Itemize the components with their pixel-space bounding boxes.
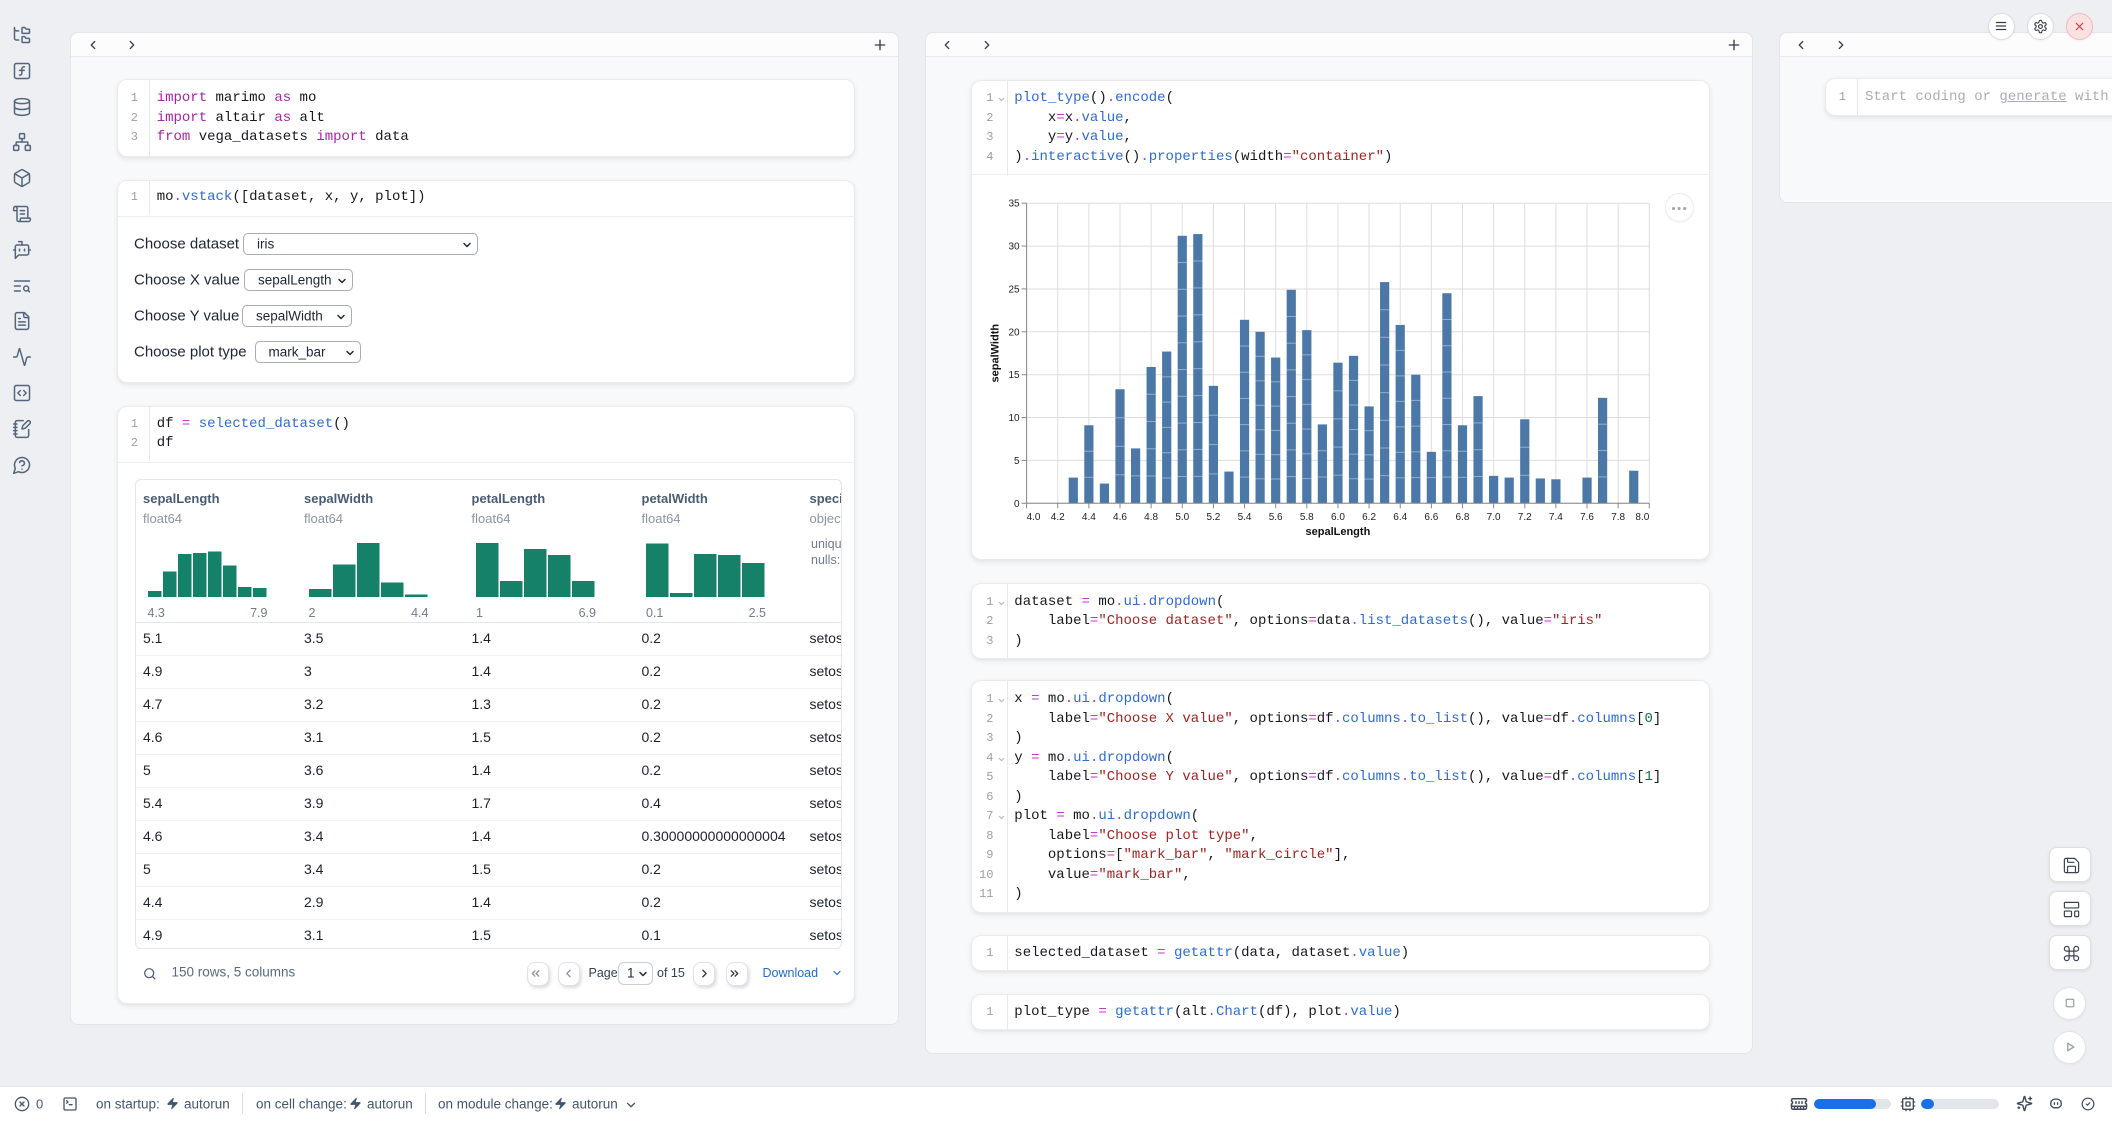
- svg-text:4.0: 4.0: [1027, 512, 1041, 523]
- svg-text:5.4: 5.4: [1238, 512, 1252, 523]
- svg-text:4.4: 4.4: [1082, 512, 1096, 523]
- svg-text:25: 25: [1008, 284, 1020, 295]
- svg-text:10: 10: [1008, 413, 1020, 424]
- svg-text:5.2: 5.2: [1206, 512, 1220, 523]
- svg-text:0: 0: [1014, 499, 1020, 510]
- svg-text:4.8: 4.8: [1144, 512, 1158, 523]
- svg-text:15: 15: [1008, 370, 1020, 381]
- svg-text:35: 35: [1008, 199, 1020, 210]
- svg-text:7.2: 7.2: [1518, 512, 1532, 523]
- svg-text:4.2: 4.2: [1051, 512, 1065, 523]
- svg-text:sepalLength: sepalLength: [1306, 526, 1371, 538]
- svg-text:30: 30: [1008, 242, 1020, 253]
- svg-text:5.6: 5.6: [1269, 512, 1283, 523]
- svg-text:4.6: 4.6: [1113, 512, 1127, 523]
- svg-text:7.4: 7.4: [1549, 512, 1563, 523]
- svg-text:8.0: 8.0: [1635, 512, 1649, 523]
- svg-text:sepalWidth: sepalWidth: [990, 324, 1002, 383]
- svg-text:6.2: 6.2: [1362, 512, 1376, 523]
- svg-text:6.0: 6.0: [1331, 512, 1345, 523]
- svg-text:20: 20: [1008, 327, 1020, 338]
- svg-text:6.4: 6.4: [1393, 512, 1407, 523]
- svg-text:5.8: 5.8: [1300, 512, 1314, 523]
- svg-text:7.0: 7.0: [1487, 512, 1501, 523]
- svg-text:6.6: 6.6: [1424, 512, 1438, 523]
- svg-text:7.6: 7.6: [1580, 512, 1594, 523]
- svg-text:6.8: 6.8: [1456, 512, 1470, 523]
- svg-text:5: 5: [1014, 456, 1020, 467]
- svg-text:5.0: 5.0: [1175, 512, 1189, 523]
- svg-text:7.8: 7.8: [1611, 512, 1625, 523]
